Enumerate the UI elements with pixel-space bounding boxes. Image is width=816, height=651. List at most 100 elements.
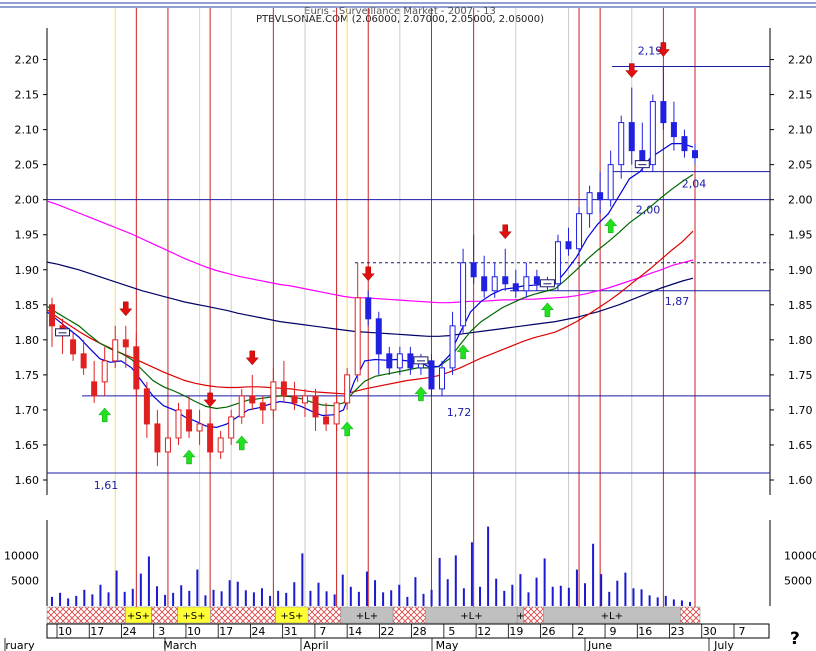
level-label-5: 1,61 xyxy=(94,479,119,492)
right-tick-label-8: 2.00 xyxy=(788,194,813,207)
date-label-18: 16 xyxy=(638,625,652,638)
volume-bar-71 xyxy=(624,572,627,606)
volume-bar-77 xyxy=(672,599,675,606)
volume-bar-79 xyxy=(689,601,691,606)
candle-body-4 xyxy=(91,381,98,397)
date-label-9: 14 xyxy=(348,625,362,638)
left-tick-label-10: 2.10 xyxy=(15,124,40,137)
volume-bar-31 xyxy=(301,553,304,606)
date-label-8: 7 xyxy=(319,625,326,638)
candle-body-22 xyxy=(280,381,287,397)
left-tick-label-11: 2.15 xyxy=(15,89,40,102)
date-label-4: 10 xyxy=(187,625,201,638)
status-label-7: +L+ xyxy=(356,611,378,622)
volume-bar-76 xyxy=(664,595,667,606)
volume-bar-68 xyxy=(600,574,603,606)
date-label-1: 17 xyxy=(90,625,104,638)
candle-body-36 xyxy=(428,360,435,390)
volume-bar-56 xyxy=(503,590,506,606)
volume-bar-61 xyxy=(543,558,546,606)
volume-bar-23 xyxy=(236,581,239,606)
month-label-0: ruary xyxy=(5,639,35,651)
volume-bar-78 xyxy=(680,600,683,606)
candle-body-58 xyxy=(660,101,667,124)
right-tick-label-10: 2.10 xyxy=(788,124,813,137)
candle-body-45 xyxy=(523,276,530,292)
left-tick-label-0: 1.60 xyxy=(15,474,40,487)
status-label-1: +S+ xyxy=(127,611,150,622)
month-label-1: March xyxy=(163,639,197,651)
level-label-4: 1,72 xyxy=(447,406,472,419)
month-label-5: July xyxy=(713,639,734,651)
candle-body-13 xyxy=(186,409,193,432)
volume-bar-36 xyxy=(341,574,344,606)
date-label-20: 30 xyxy=(703,625,717,638)
candle-body-6 xyxy=(112,339,119,362)
left-tick-label-7: 1.95 xyxy=(15,229,40,242)
volume-bar-43 xyxy=(398,584,401,606)
right-tick-label-3: 1.75 xyxy=(788,369,813,382)
volume-bar-35 xyxy=(333,594,336,606)
volume-bar-30 xyxy=(293,582,296,606)
volume-bar-52 xyxy=(470,542,473,606)
volume-bar-75 xyxy=(656,597,659,606)
volume-bar-42 xyxy=(390,590,393,606)
volume-bar-20 xyxy=(212,589,215,606)
volume-bar-19 xyxy=(204,595,207,606)
status-label-9: +L+ xyxy=(460,611,482,622)
volume-bar-5 xyxy=(91,594,94,606)
candle-body-48 xyxy=(554,241,561,285)
candle-body-37 xyxy=(439,367,446,390)
candle-body-29 xyxy=(354,297,361,376)
volume-bar-41 xyxy=(382,592,385,606)
candle-body-3 xyxy=(80,353,87,369)
candle-body-60 xyxy=(681,136,688,152)
candle-body-2 xyxy=(70,339,77,355)
volume-bar-44 xyxy=(406,596,409,606)
candle-body-11 xyxy=(164,437,171,453)
right-tick-label-9: 2.05 xyxy=(788,159,813,172)
date-label-2: 24 xyxy=(122,625,136,638)
volume-bar-47 xyxy=(430,589,433,606)
status-segment-8 xyxy=(392,606,426,624)
candle-body-43 xyxy=(502,276,509,285)
month-label-4: June xyxy=(587,639,612,651)
candle-body-25 xyxy=(312,395,319,418)
date-label-16: 2 xyxy=(577,625,584,638)
volume-bar-7 xyxy=(107,592,110,606)
volume-bar-2 xyxy=(67,598,70,606)
volume-bar-16 xyxy=(180,585,183,606)
date-label-15: 26 xyxy=(542,625,556,638)
volume-bar-50 xyxy=(454,555,457,606)
candle-body-59 xyxy=(670,122,677,138)
volume-bar-59 xyxy=(527,592,530,606)
volume-bar-33 xyxy=(317,582,320,606)
left-tick-label-1: 1.65 xyxy=(15,439,40,452)
candle-body-39 xyxy=(460,262,467,327)
volume-bar-64 xyxy=(567,587,570,606)
status-label-5: +S+ xyxy=(280,611,303,622)
volume-left-label-1: 10000 xyxy=(4,549,39,562)
candle-body-26 xyxy=(323,416,330,425)
month-label-3: May xyxy=(436,639,459,651)
candle-body-9 xyxy=(143,388,150,425)
right-tick-label-0: 1.60 xyxy=(788,474,813,487)
volume-right-label-1: 10000 xyxy=(784,549,816,562)
volume-bar-29 xyxy=(285,592,288,606)
volume-bar-49 xyxy=(446,579,449,606)
volume-bar-40 xyxy=(374,580,377,606)
chart-background xyxy=(0,0,816,651)
date-label-12: 5 xyxy=(448,625,455,638)
volume-bar-18 xyxy=(196,569,199,606)
candle-body-49 xyxy=(565,241,572,250)
status-segment-4 xyxy=(210,606,276,624)
right-tick-label-1: 1.65 xyxy=(788,439,813,452)
help-icon[interactable]: ? xyxy=(790,629,800,649)
candle-body-24 xyxy=(301,395,308,404)
volume-bar-4 xyxy=(83,589,86,606)
volume-bar-70 xyxy=(616,580,619,606)
volume-bar-15 xyxy=(172,592,175,606)
left-tick-label-6: 1.90 xyxy=(15,264,40,277)
candle-body-10 xyxy=(154,423,161,453)
candle-body-42 xyxy=(491,276,498,292)
